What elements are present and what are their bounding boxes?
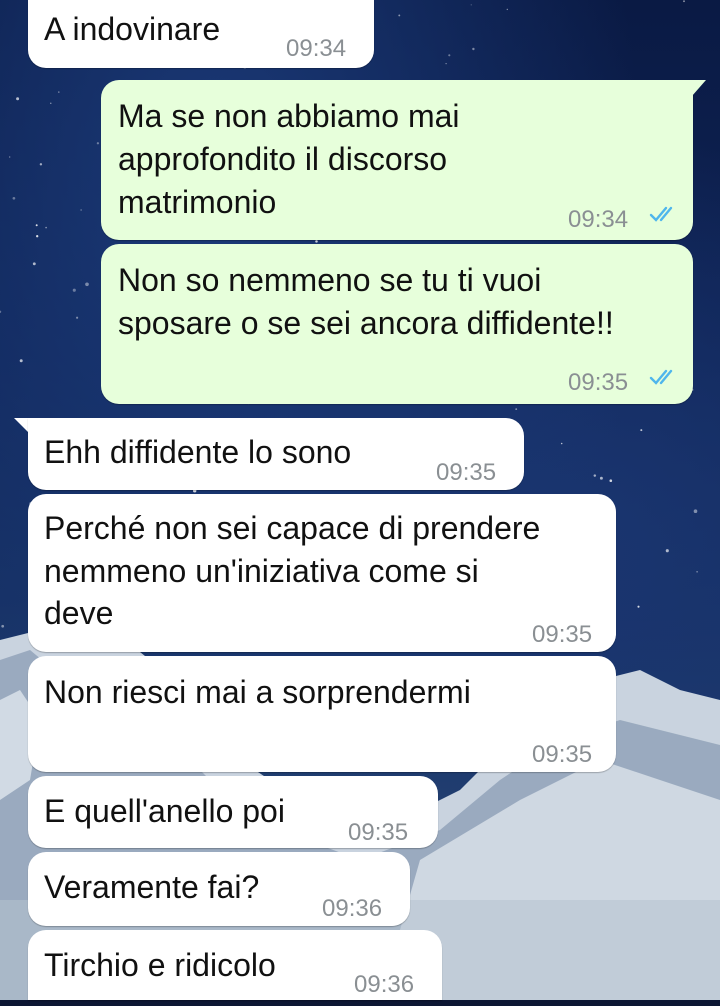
message-text: A indovinare [44, 11, 221, 47]
message-bubble-incoming[interactable]: Non riesci mai a sorprendermi 09:35 [28, 656, 616, 772]
message-timestamp: 09:35 [568, 369, 629, 396]
message-timestamp: 09:35 [348, 819, 409, 846]
message-timestamp: 09:35 [436, 459, 497, 486]
message-text: sposare o se sei ancora diffidente!! [118, 305, 614, 341]
message-timestamp: 09:34 [568, 206, 629, 233]
message-bubble-incoming[interactable]: A indovinare 09:34 [28, 0, 374, 68]
message-text: Veramente fai? [44, 869, 260, 905]
message-text: Tirchio e ridicolo [44, 947, 276, 983]
bubble-tail-outgoing [692, 80, 706, 96]
message-text: Ma se non abbiamo mai [118, 98, 460, 134]
message-text: E quell'anello poi [44, 793, 285, 829]
message-bubble-incoming[interactable]: E quell'anello poi 09:35 [28, 776, 438, 848]
message-text: Perché non sei capace di prendere [44, 510, 541, 546]
message-text: approfondito il discorso [118, 141, 448, 177]
message-bubble-incoming[interactable]: Veramente fai? 09:36 [28, 852, 410, 926]
message-text: Non riesci mai a sorprendermi [44, 674, 471, 710]
message-text: nemmeno un'iniziativa come si [44, 553, 479, 589]
double-check-read-icon [649, 206, 673, 222]
message-timestamp: 09:36 [322, 895, 383, 922]
message-text: Ehh diffidente lo sono [44, 434, 352, 470]
message-text: matrimonio [118, 184, 277, 220]
message-timestamp: 09:35 [532, 621, 593, 648]
message-bubble-outgoing[interactable]: Non so nemmeno se tu ti vuoi sposare o s… [101, 244, 693, 404]
message-bubble-outgoing[interactable]: Ma se non abbiamo mai approfondito il di… [101, 80, 693, 240]
message-timestamp: 09:35 [532, 741, 593, 768]
message-text: deve [44, 595, 114, 631]
double-check-read-icon [649, 369, 673, 385]
message-timestamp: 09:34 [286, 35, 347, 62]
message-bubble-incoming[interactable]: Perché non sei capace di prendere nemmen… [28, 494, 616, 652]
message-text: Non so nemmeno se tu ti vuoi [118, 262, 542, 298]
message-bubble-incoming[interactable]: Tirchio e ridicolo 09:36 [28, 930, 442, 1000]
message-bubble-incoming[interactable]: Ehh diffidente lo sono 09:35 [28, 418, 524, 490]
